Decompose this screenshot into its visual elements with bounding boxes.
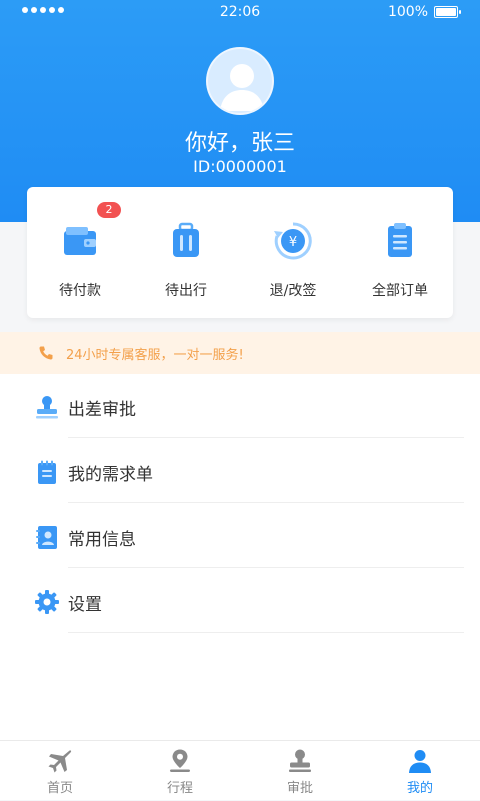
location-pin-icon [170, 749, 190, 772]
battery-percent: 100% [387, 4, 428, 20]
order-refund-change[interactable]: ¥ 退/改签 [240, 187, 346, 318]
order-pending-travel[interactable]: 待出行 [133, 187, 239, 318]
divider [68, 502, 464, 503]
notepad-icon [38, 460, 56, 484]
tab-label: 审批 [286, 781, 313, 796]
stamp-icon [289, 749, 311, 772]
menu-item-label: 我的需求单 [68, 465, 153, 485]
user-id: ID:0000001 [193, 157, 287, 176]
menu-item-label: 出差审批 [68, 400, 136, 420]
airplane-icon [48, 750, 72, 773]
order-badge: 2 [97, 202, 121, 218]
battery-icon [434, 6, 461, 18]
clipboard-icon [388, 223, 412, 257]
divider [68, 632, 464, 633]
tab-label: 我的 [406, 781, 433, 796]
tab-mine[interactable]: 我的 [360, 741, 480, 801]
service-notice[interactable]: 24小时专属客服，一对一服务! [0, 332, 480, 374]
contact-card-icon [36, 526, 57, 549]
order-label: 退/改签 [269, 283, 317, 299]
order-label: 全部订单 [372, 283, 428, 299]
menu-item-common-info[interactable]: 常用信息 [0, 504, 480, 568]
divider [68, 567, 464, 568]
user-icon [409, 750, 431, 773]
tab-approval[interactable]: 审批 [240, 741, 360, 801]
tab-home[interactable]: 首页 [0, 741, 120, 801]
divider [68, 437, 464, 438]
menu-item-label: 常用信息 [68, 530, 136, 550]
tab-label: 行程 [166, 781, 193, 796]
menu-item-label: 设置 [68, 595, 102, 615]
order-label: 待付款 [59, 283, 101, 299]
bottom-tab-bar: 首页 行程 审批 我的 [0, 740, 480, 800]
order-label: 待出行 [165, 283, 207, 299]
approval-stamp-icon [36, 396, 58, 419]
avatar[interactable] [206, 47, 274, 115]
status-bar: 22:06 100% [0, 0, 480, 24]
menu-item-settings[interactable]: 设置 [0, 569, 480, 633]
refund-icon: ¥ [274, 222, 312, 260]
order-panel: 2 待付款 待出行 ¥ 退/改签 全部订单 [27, 187, 453, 318]
gear-icon [35, 590, 59, 614]
luggage-icon [173, 222, 199, 257]
greeting: 你好，张三 [184, 131, 295, 156]
wallet-icon [64, 227, 96, 255]
tab-itinerary[interactable]: 行程 [120, 741, 240, 801]
order-all[interactable]: 全部订单 [347, 187, 453, 318]
tab-label: 首页 [46, 781, 73, 796]
menu-list: 出差审批 我的需求单 常用信息 设置 [0, 374, 480, 740]
notice-text: 24小时专属客服，一对一服务! [66, 348, 244, 363]
svg-text:¥: ¥ [289, 235, 297, 250]
phone-icon [39, 346, 53, 360]
order-pending-payment[interactable]: 2 待付款 [27, 187, 133, 318]
menu-item-travel-approval[interactable]: 出差审批 [0, 374, 480, 438]
menu-item-my-requests[interactable]: 我的需求单 [0, 439, 480, 503]
